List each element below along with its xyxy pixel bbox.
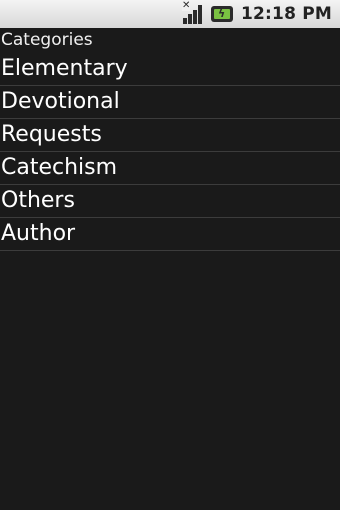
list-item-label: Elementary — [1, 56, 128, 81]
list-item-label: Catechism — [1, 155, 118, 180]
signal-no-data-icon: ✕ — [181, 1, 205, 24]
status-time: 12:18 PM — [240, 4, 332, 24]
list-item-elementary[interactable]: Elementary — [0, 53, 340, 86]
list-item-label: Author — [1, 221, 76, 246]
category-list: Elementary Devotional Requests Catechism… — [0, 53, 340, 251]
list-item-label: Requests — [1, 122, 102, 147]
app-screen: ✕ ϟ 12:18 PM Categories Elementary Devot… — [0, 0, 340, 510]
list-item-author[interactable]: Author — [0, 218, 340, 251]
status-bar: ✕ ϟ 12:18 PM — [0, 0, 340, 28]
list-item-catechism[interactable]: Catechism — [0, 152, 340, 185]
battery-charging-icon: ϟ — [210, 6, 233, 22]
list-item-label: Others — [1, 188, 75, 213]
list-item-devotional[interactable]: Devotional — [0, 86, 340, 119]
list-item-others[interactable]: Others — [0, 185, 340, 218]
page-title: Categories — [1, 30, 93, 50]
list-item-requests[interactable]: Requests — [0, 119, 340, 152]
list-item-label: Devotional — [1, 89, 120, 114]
